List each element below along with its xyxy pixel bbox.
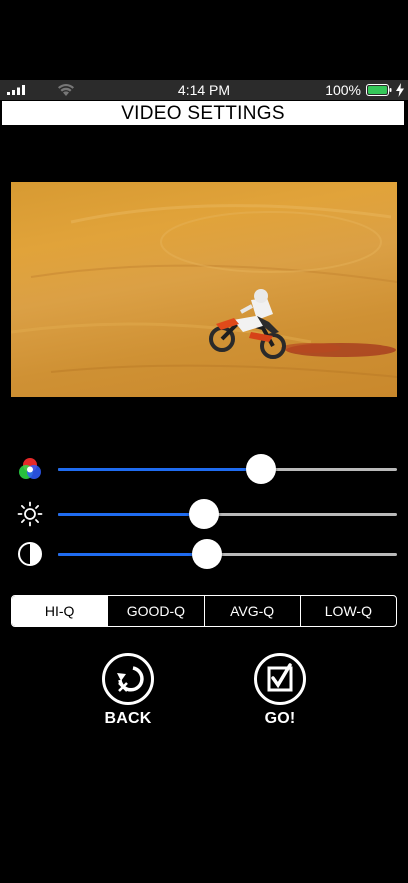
battery-icon bbox=[366, 84, 392, 96]
color-slider-thumb[interactable] bbox=[246, 454, 277, 484]
color-slider[interactable] bbox=[58, 454, 397, 484]
brightness-slider-thumb[interactable] bbox=[188, 499, 219, 529]
color-circles-icon bbox=[19, 458, 41, 479]
status-bar: 4:14 PM 100% bbox=[0, 80, 408, 100]
back-label: BACK bbox=[104, 710, 152, 727]
back-button[interactable]: BACK bbox=[88, 653, 168, 728]
quality-option-hi-q[interactable]: HI-Q bbox=[12, 596, 108, 626]
checkbox-icon bbox=[254, 653, 306, 705]
quality-segmented-control: HI-Q GOOD-Q AVG-Q LOW-Q bbox=[11, 595, 397, 627]
page-title: VIDEO SETTINGS bbox=[2, 101, 404, 125]
contrast-slider-thumb[interactable] bbox=[192, 539, 223, 569]
go-button[interactable]: GO! bbox=[240, 653, 320, 728]
contrast-icon bbox=[18, 542, 42, 566]
quality-option-low-q[interactable]: LOW-Q bbox=[299, 596, 396, 626]
video-preview-image bbox=[11, 182, 397, 397]
quality-option-good-q[interactable]: GOOD-Q bbox=[107, 596, 203, 626]
color-slider-fill bbox=[58, 468, 262, 471]
contrast-slider[interactable] bbox=[58, 539, 397, 569]
contrast-slider-fill bbox=[58, 553, 208, 556]
back-icon bbox=[102, 653, 154, 705]
contrast-slider-row bbox=[0, 536, 408, 572]
quality-option-avg-q[interactable]: AVG-Q bbox=[203, 596, 300, 626]
brightness-slider-row bbox=[0, 496, 408, 532]
charging-icon bbox=[396, 83, 404, 97]
brightness-slider[interactable] bbox=[58, 499, 397, 529]
battery-percent: 100% bbox=[325, 82, 361, 98]
go-label: GO! bbox=[264, 710, 296, 727]
brightness-sun-icon bbox=[17, 501, 43, 527]
brightness-slider-fill bbox=[58, 513, 204, 516]
color-slider-row bbox=[0, 451, 408, 487]
